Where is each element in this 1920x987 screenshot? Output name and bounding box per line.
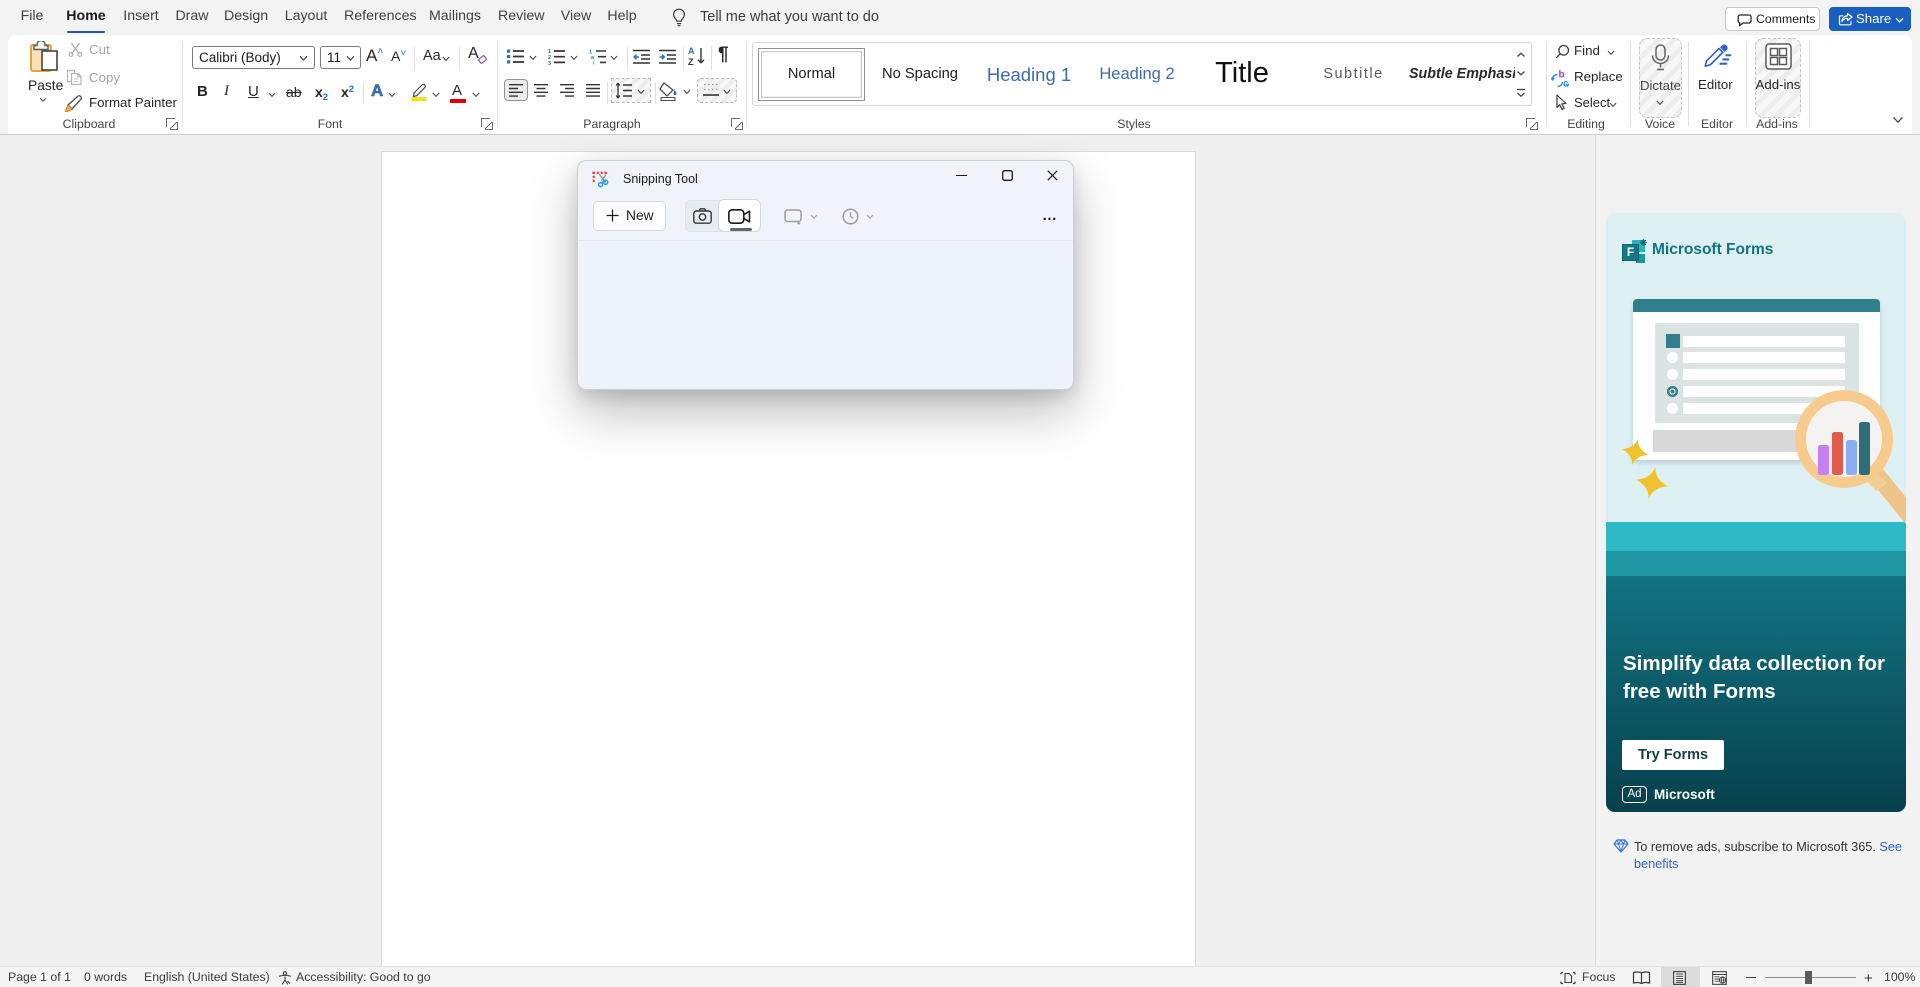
svg-text:i: i [593,61,595,66]
svg-text:3: 3 [548,61,551,65]
svg-text:c: c [1563,79,1569,89]
svg-text:A: A [688,46,695,56]
svg-text:Z: Z [688,57,694,67]
